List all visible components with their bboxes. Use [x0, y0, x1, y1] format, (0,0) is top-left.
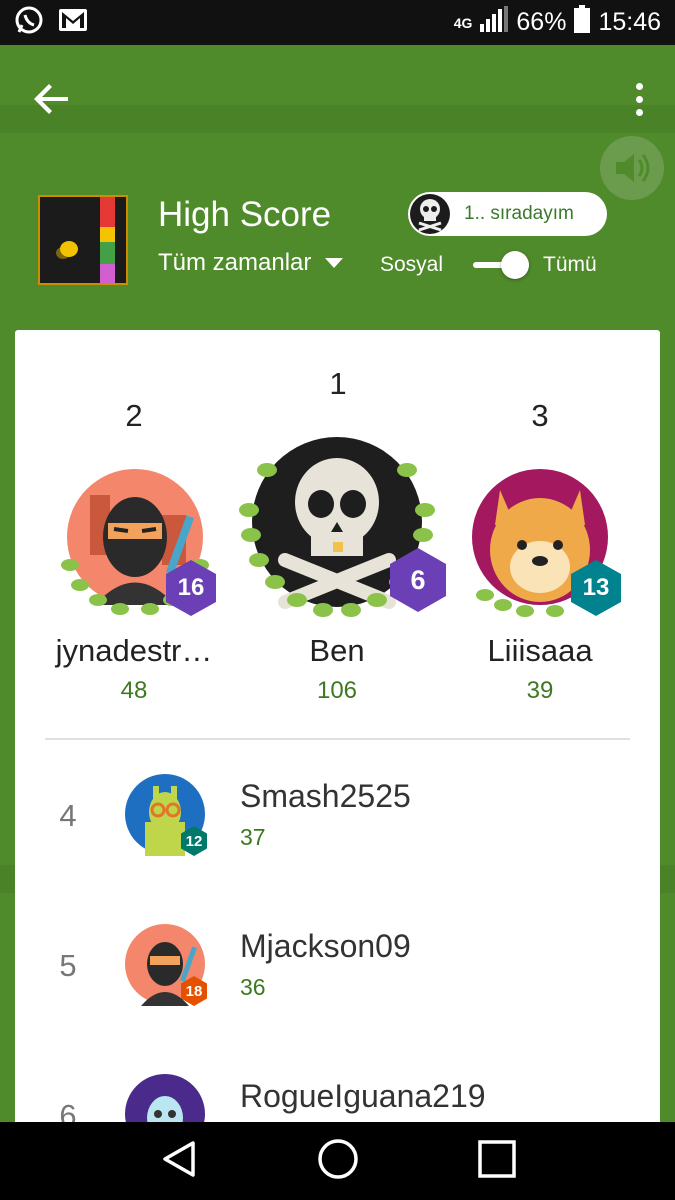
- navigation-bar: [0, 1122, 675, 1200]
- podium-name-3: Liiisaaa: [487, 633, 593, 668]
- battery-icon: [574, 5, 591, 40]
- scope-toggle[interactable]: [473, 251, 530, 279]
- circle-home-icon: [317, 1138, 358, 1179]
- list-item[interactable]: 5 18 Mjackson09 36: [15, 892, 660, 1042]
- podium-player-3[interactable]: 13: [455, 465, 625, 620]
- gmail-icon: [58, 8, 88, 37]
- status-bar: 4G 66% 15:46: [0, 0, 675, 45]
- time-filter-dropdown[interactable]: Tüm zamanlar: [158, 249, 344, 277]
- nav-recents-button[interactable]: [477, 1139, 517, 1184]
- dropdown-arrow-icon: [325, 258, 344, 268]
- row-player-name: Smash2525: [240, 778, 411, 814]
- time-filter-label: Tüm zamanlar: [158, 249, 312, 276]
- my-rank-chip[interactable]: 1.. sıradayım: [408, 192, 607, 236]
- whatsapp-icon: [14, 5, 44, 40]
- nav-back-button[interactable]: [159, 1139, 199, 1184]
- list-item[interactable]: 6 RogueIguana219: [15, 1042, 660, 1130]
- sound-button[interactable]: [600, 136, 664, 200]
- podium-player-2[interactable]: 16: [50, 465, 220, 620]
- triangle-back-icon: [162, 1140, 195, 1177]
- podium-player-1[interactable]: 6: [237, 430, 446, 620]
- list-item[interactable]: 4 12 Smash2525 37: [15, 742, 660, 892]
- ninja-avatar: 18: [123, 922, 207, 1006]
- podium-rank-1: 1: [329, 366, 347, 401]
- scope-toggle-row: Sosyal Tümü: [380, 250, 597, 280]
- podium-name-2: jynadestr…: [55, 633, 213, 668]
- podium-name-1: Ben: [309, 633, 365, 668]
- skull-avatar: [410, 194, 450, 234]
- podium-rank-3: 3: [531, 398, 549, 433]
- nav-home-button[interactable]: [316, 1137, 360, 1186]
- signal-icon: [480, 6, 509, 39]
- row-player-name: Mjackson09: [240, 928, 411, 964]
- row-rank: 5: [59, 948, 77, 983]
- all-label: Tümü: [543, 253, 597, 276]
- podium-rank-2: 2: [125, 398, 143, 433]
- podium-divider: [45, 738, 630, 740]
- leaderboard-title: High Score: [158, 195, 332, 234]
- my-rank-label: 1.. sıradayım: [464, 203, 574, 224]
- speaker-icon: [616, 154, 650, 182]
- more-options-button[interactable]: [627, 75, 651, 123]
- back-button[interactable]: [28, 75, 76, 123]
- row-rank: 4: [59, 798, 77, 833]
- arrow-back-icon: [34, 84, 68, 114]
- podium-score-2: 48: [120, 677, 148, 704]
- network-type: 4G: [453, 14, 473, 31]
- battery-percent: 66%: [516, 8, 567, 36]
- clock: 15:46: [598, 8, 661, 36]
- app-bar: [0, 45, 675, 150]
- leaderboard-card: 2 16 jynadestr… 48 1 6 Ben 106 3 13 Liii…: [15, 330, 660, 1130]
- podium-score-3: 39: [526, 677, 554, 704]
- more-vert-icon: [635, 82, 643, 90]
- row-score: 37: [240, 824, 266, 850]
- social-label: Sosyal: [380, 253, 444, 276]
- square-recents-icon: [477, 1139, 516, 1178]
- row-score: 36: [240, 974, 266, 1000]
- llama-avatar: 12: [123, 772, 207, 856]
- row-player-name: RogueIguana219: [240, 1078, 486, 1114]
- podium-score-1: 106: [316, 677, 358, 704]
- game-icon: [38, 195, 128, 285]
